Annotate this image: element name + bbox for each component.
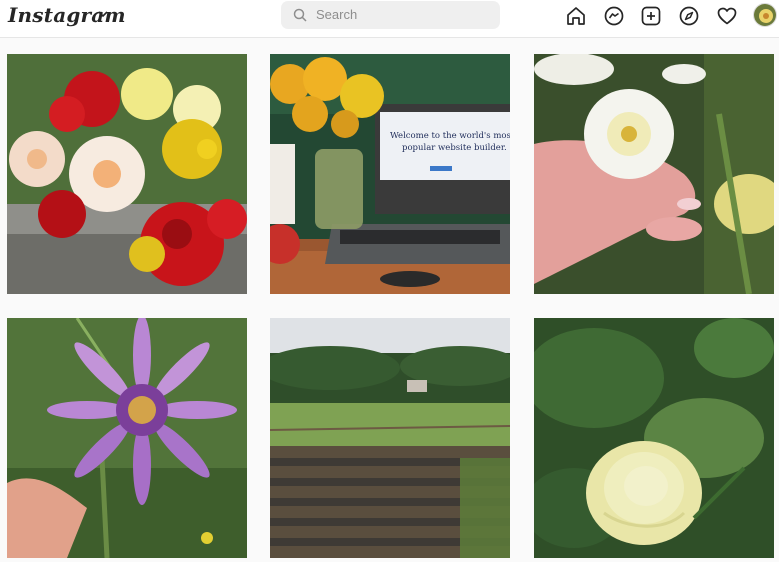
chevron-down-icon[interactable]	[97, 8, 109, 20]
laptop-screen-text-2: popular website builder.	[402, 143, 507, 153]
search-icon	[293, 8, 307, 22]
profile-avatar[interactable]	[753, 3, 777, 27]
post-tile-flower-bouquet[interactable]	[7, 54, 247, 294]
home-icon[interactable]	[565, 5, 587, 27]
search-input[interactable]: Search	[281, 1, 500, 29]
search-placeholder: Search	[316, 7, 358, 22]
explore-icon[interactable]	[678, 5, 700, 27]
activity-heart-icon[interactable]	[716, 5, 738, 27]
top-navigation-bar: Instagram Search	[0, 0, 779, 38]
new-post-icon[interactable]	[640, 5, 662, 27]
laptop-screen-text-1: Welcome to the world's most	[390, 131, 510, 141]
post-tile-purple-flower[interactable]	[7, 318, 247, 558]
post-tile-laptop-daffodils[interactable]: Welcome to the world's most popular webs…	[270, 54, 510, 294]
post-tile-white-daffodil[interactable]	[534, 54, 774, 294]
post-tile-yellow-rose[interactable]	[534, 318, 774, 558]
post-tile-farm-field[interactable]	[270, 318, 510, 558]
messenger-icon[interactable]	[603, 5, 625, 27]
